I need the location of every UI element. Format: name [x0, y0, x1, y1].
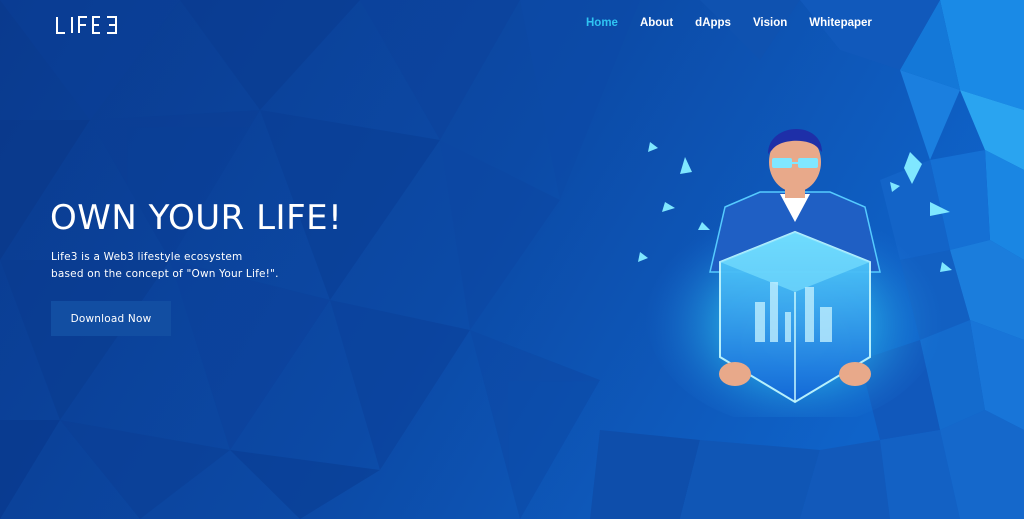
top-navigation: Home About dApps Vision Whitepaper: [0, 0, 1024, 50]
hero-subtitle-line-1: Life3 is a Web3 lifestyle ecosystem: [51, 251, 243, 263]
nav-vision-link[interactable]: Vision: [753, 17, 787, 29]
nav-home-link[interactable]: Home: [586, 17, 618, 29]
hero-subtitle: Life3 is a Web3 lifestyle ecosystem base…: [51, 249, 279, 283]
hero-illustration: [638, 128, 952, 417]
main-menu: Home About dApps Vision Whitepaper: [586, 17, 872, 29]
nav-about-link[interactable]: About: [640, 17, 673, 29]
hero-subtitle-line-2: based on the concept of "Own Your Life!"…: [51, 268, 279, 280]
hero-title: OWN YOUR LIFE!: [50, 198, 343, 238]
nav-dapps-link[interactable]: dApps: [695, 17, 731, 29]
download-now-button[interactable]: Download Now: [51, 301, 171, 336]
life3-logo[interactable]: [55, 14, 119, 36]
nav-whitepaper-link[interactable]: Whitepaper: [809, 17, 872, 29]
